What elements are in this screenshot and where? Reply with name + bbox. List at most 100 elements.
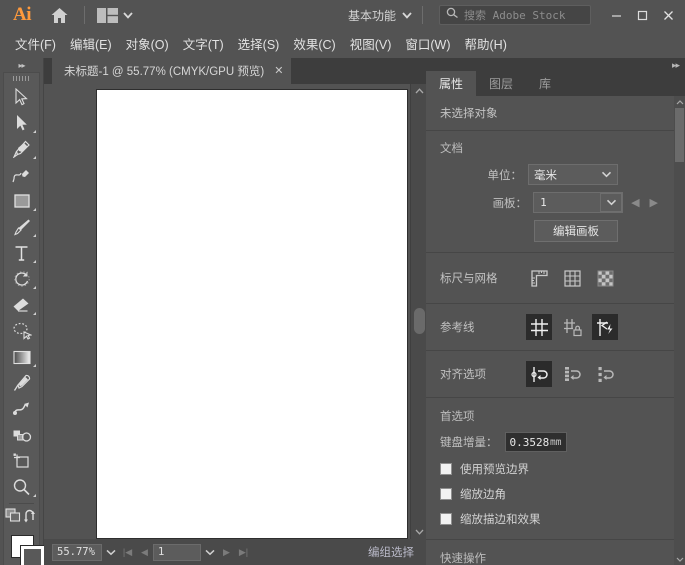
direct-selection-tool[interactable] bbox=[4, 110, 39, 136]
last-artboard-button[interactable]: ▶| bbox=[235, 544, 252, 561]
snap-to-pixel-icon[interactable] bbox=[592, 361, 618, 387]
menu-effect[interactable]: 效果(C) bbox=[286, 32, 342, 55]
rotate-tool[interactable] bbox=[4, 266, 39, 292]
scroll-down-icon[interactable] bbox=[411, 525, 427, 539]
zoom-tool[interactable] bbox=[4, 474, 39, 500]
menu-file[interactable]: 文件(F) bbox=[8, 32, 63, 55]
rectangle-tool[interactable] bbox=[4, 188, 39, 214]
checkbox-icon[interactable] bbox=[440, 463, 452, 475]
blend-tool[interactable] bbox=[4, 396, 39, 422]
keyboard-increment-label: 键盘增量： bbox=[440, 434, 498, 450]
eyedropper-tool[interactable] bbox=[4, 370, 39, 396]
edit-artboards-button[interactable]: 编辑画板 bbox=[534, 220, 618, 242]
scroll-down-icon[interactable] bbox=[674, 553, 685, 565]
close-icon[interactable]: ✕ bbox=[274, 66, 283, 77]
paintbrush-tool[interactable] bbox=[4, 214, 39, 240]
next-artboard-icon[interactable]: ▶ bbox=[648, 196, 660, 209]
status-text[interactable]: 编组选择 bbox=[368, 544, 414, 560]
home-icon[interactable] bbox=[40, 0, 78, 30]
panel-tabs: 属性 图层 库 bbox=[426, 71, 685, 96]
keyboard-increment-input[interactable]: 0.3528 mm bbox=[505, 432, 567, 452]
checkbox-icon[interactable] bbox=[440, 513, 452, 525]
checkbox-scale-strokes-effects[interactable]: 缩放描边和效果 bbox=[440, 511, 660, 527]
type-tool[interactable] bbox=[4, 240, 39, 266]
collapse-toolbar-icon[interactable]: ▸▸ bbox=[0, 58, 43, 72]
menu-window[interactable]: 窗口(W) bbox=[398, 32, 457, 55]
artboard-tool[interactable] bbox=[4, 448, 39, 474]
section-preferences: 首选项 键盘增量： 0.3528 mm 使用预览边界 缩放 bbox=[426, 398, 674, 540]
tab-layers[interactable]: 图层 bbox=[476, 71, 526, 96]
tab-libraries[interactable]: 库 bbox=[526, 71, 564, 96]
workspace-switcher[interactable]: 基本功能 bbox=[344, 7, 416, 24]
maximize-button[interactable] bbox=[629, 4, 655, 26]
menu-object[interactable]: 对象(O) bbox=[119, 32, 176, 55]
unit-select[interactable]: 毫米 bbox=[528, 164, 618, 185]
lock-guides-icon[interactable] bbox=[559, 314, 585, 340]
section-title-align-options: 对齐选项 bbox=[440, 366, 526, 382]
panel-vertical-scrollbar[interactable] bbox=[674, 96, 685, 565]
zoom-level-input[interactable]: 55.77% bbox=[52, 544, 102, 561]
show-guides-icon[interactable] bbox=[526, 314, 552, 340]
scrollbar-thumb[interactable] bbox=[675, 108, 684, 162]
scroll-up-icon[interactable] bbox=[411, 84, 427, 98]
scroll-up-icon[interactable] bbox=[674, 96, 685, 108]
menu-select[interactable]: 选择(S) bbox=[231, 32, 287, 55]
tool-expand-arrow bbox=[33, 494, 36, 497]
canvas-vertical-scrollbar[interactable] bbox=[410, 84, 426, 539]
zoom-dropdown-icon[interactable] bbox=[102, 544, 119, 561]
artboard[interactable] bbox=[96, 89, 408, 539]
selection-tool[interactable] bbox=[4, 84, 39, 110]
scrollbar-thumb[interactable] bbox=[414, 308, 425, 334]
stroke-color-swatch[interactable] bbox=[21, 546, 44, 565]
section-document: 文档 单位： 毫米 画板： 1 bbox=[426, 131, 674, 253]
show-rulers-icon[interactable] bbox=[526, 265, 552, 291]
checkbox-use-preview-bounds[interactable]: 使用预览边界 bbox=[440, 461, 660, 477]
menu-edit[interactable]: 编辑(E) bbox=[63, 32, 119, 55]
pen-tool[interactable] bbox=[4, 136, 39, 162]
eraser-tool[interactable] bbox=[4, 292, 39, 318]
properties-panel: ▸▸ 属性 图层 库 未选择对象 文档 单位： 毫米 bbox=[426, 58, 685, 565]
artboard-number-input[interactable]: 1 bbox=[153, 544, 201, 561]
chevron-down-icon[interactable] bbox=[600, 193, 622, 212]
close-button[interactable] bbox=[655, 4, 681, 26]
show-transparency-grid-icon[interactable] bbox=[592, 265, 618, 291]
document-tab[interactable]: 未标题-1 @ 55.77% (CMYK/GPU 预览) ✕ bbox=[52, 58, 291, 84]
tool-expand-arrow bbox=[33, 130, 36, 133]
tool-expand-arrow bbox=[33, 156, 36, 159]
show-grid-icon[interactable] bbox=[559, 265, 585, 291]
curvature-tool[interactable] bbox=[4, 162, 39, 188]
swap-squares-icon[interactable] bbox=[5, 508, 22, 528]
arrange-documents-icon[interactable] bbox=[91, 0, 139, 30]
tool-expand-arrow bbox=[33, 208, 36, 211]
smart-guides-icon[interactable] bbox=[592, 314, 618, 340]
shape-builder-tool[interactable] bbox=[4, 422, 39, 448]
prev-artboard-button[interactable]: ◀ bbox=[136, 544, 153, 561]
menu-view[interactable]: 视图(V) bbox=[343, 32, 399, 55]
snap-to-point-icon[interactable] bbox=[526, 361, 552, 387]
search-placeholder: 搜索 Adobe Stock bbox=[464, 7, 565, 23]
toolbar-drag-handle[interactable] bbox=[4, 73, 39, 84]
status-bar: 55.77% |◀ ◀ 1 ▶ ▶| 编组选择 bbox=[44, 539, 426, 565]
gradient-tool[interactable] bbox=[4, 344, 39, 370]
artboard-select[interactable]: 1 bbox=[533, 192, 623, 213]
swap-arrow-icon[interactable] bbox=[24, 509, 38, 528]
menu-type[interactable]: 文字(T) bbox=[176, 32, 231, 55]
first-artboard-button[interactable]: |◀ bbox=[119, 544, 136, 561]
checkbox-scale-corners[interactable]: 缩放边角 bbox=[440, 486, 660, 502]
snap-to-grid-icon[interactable] bbox=[559, 361, 585, 387]
menu-help[interactable]: 帮助(H) bbox=[458, 32, 514, 55]
checkbox-label: 缩放边角 bbox=[460, 486, 506, 502]
section-rulers-grid: 标尺与网格 bbox=[426, 253, 674, 304]
prev-artboard-icon[interactable]: ◀ bbox=[629, 196, 641, 209]
lasso-tool[interactable] bbox=[4, 318, 39, 344]
artboard-dropdown-icon[interactable] bbox=[201, 544, 218, 561]
checkbox-label: 使用预览边界 bbox=[460, 461, 529, 477]
canvas-area[interactable] bbox=[44, 84, 426, 539]
search-icon bbox=[446, 6, 459, 24]
tab-properties[interactable]: 属性 bbox=[426, 71, 476, 96]
minimize-button[interactable] bbox=[603, 4, 629, 26]
checkbox-icon[interactable] bbox=[440, 488, 452, 500]
next-artboard-button[interactable]: ▶ bbox=[218, 544, 235, 561]
collapse-panel-icon[interactable]: ▸▸ bbox=[672, 60, 679, 71]
search-input[interactable]: 搜索 Adobe Stock bbox=[439, 5, 591, 25]
